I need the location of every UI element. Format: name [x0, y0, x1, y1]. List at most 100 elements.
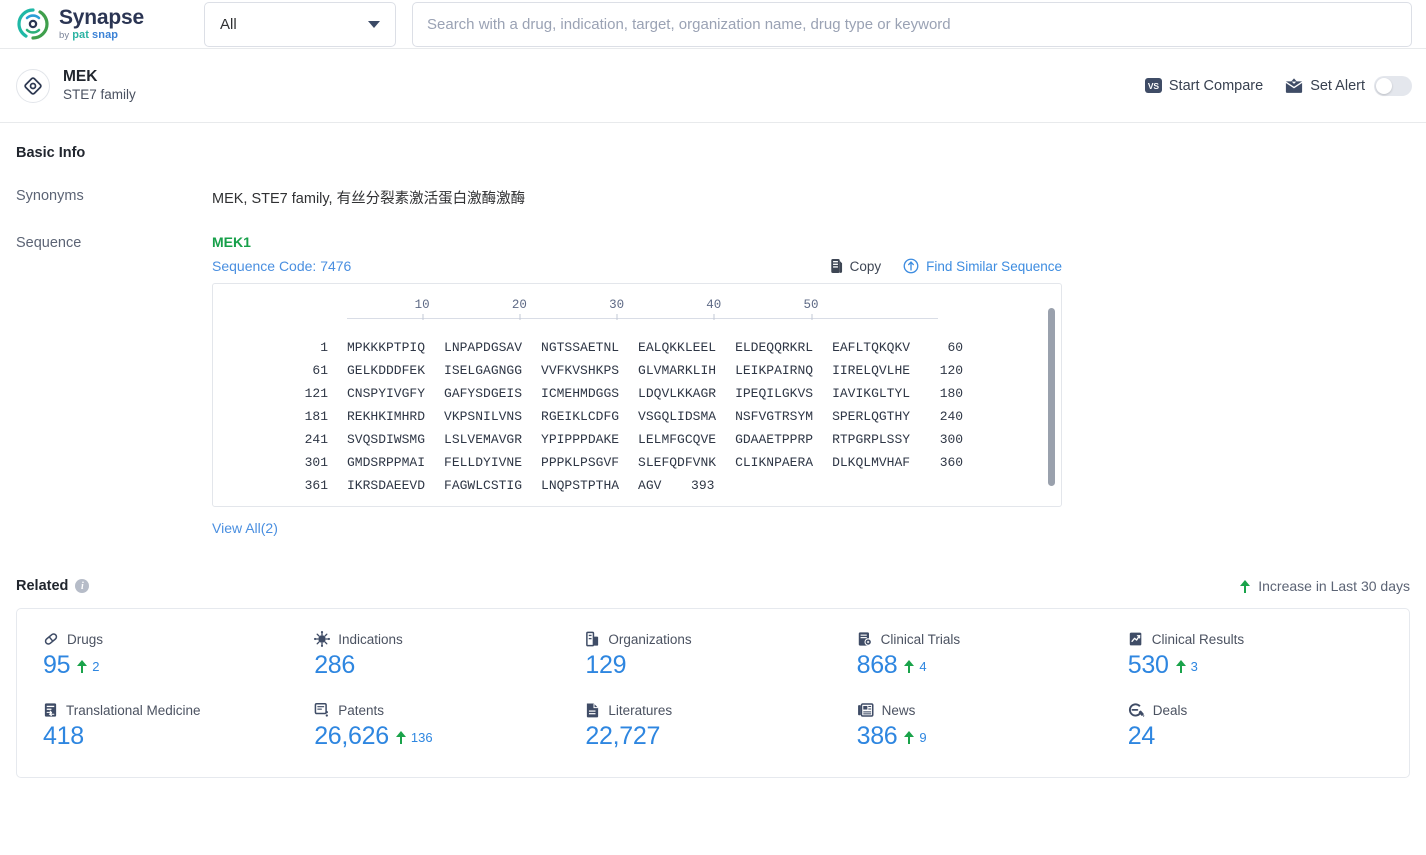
stat-delta: 136 [395, 730, 433, 745]
stat-number: 418 [43, 722, 84, 750]
sequence-block: RGEIKLCDFG [541, 409, 620, 424]
sequence-ruler: 10 20 30 40 50 [347, 298, 938, 324]
stat-delta: 9 [904, 730, 927, 745]
sequence-line: 241 SVQSDIWSMG LSLVEMAVGR YPIPPPDAKE LELMFGC… [213, 428, 1061, 451]
related-stat-literatures[interactable]: Literatures 22,727 [585, 702, 856, 751]
stat-value-row: 26,626 136 [314, 722, 585, 751]
sequence-block: GLVMARKLIH [638, 363, 717, 378]
sequence-line-start: 121 [304, 386, 328, 401]
arrow-up-icon [904, 731, 915, 744]
sequence-viewer[interactable]: 10 20 30 40 50 1 MPKKKPTPIQ LNPAPDGSAV NGTSSAET… [212, 283, 1062, 507]
stat-value-row: 95 2 [43, 651, 314, 680]
stat-number: 22,727 [585, 722, 661, 750]
find-similar-label: Find Similar Sequence [926, 258, 1062, 274]
news-icon [857, 702, 874, 718]
sequence-blocks: REKHKIMHRD VKPSNILVNS RGEIKLCDFG VSGQLIDSMA… [347, 405, 910, 428]
view-all-link[interactable]: View All(2) [212, 520, 278, 536]
related-stat-clinical-results[interactable]: Clinical Results 530 3 [1128, 631, 1399, 680]
sequence-block: LELMFGCQVE [638, 432, 717, 447]
sequence-blocks: MPKKKPTPIQ LNPAPDGSAV NGTSSAETNL EALQKKLEEL… [347, 336, 910, 359]
sequence-line: 61 GELKDDDFEK ISELGAGNGG VVFKVSHKPS GLVMARKL… [213, 359, 1061, 382]
related-stat-patents[interactable]: Patents 26,626 136 [314, 702, 585, 751]
sequence-block: MPKKKPTPIQ [347, 340, 426, 355]
sequence-block: LDQVLKKAGR [638, 386, 717, 401]
set-alert-toggle[interactable] [1374, 75, 1412, 96]
chevron-down-icon [368, 20, 380, 28]
stat-label: Clinical Results [1151, 631, 1245, 647]
set-alert-label: Set Alert [1310, 77, 1365, 94]
sequence-line-end: 240 [939, 409, 964, 424]
related-stat-news[interactable]: News 386 9 [857, 702, 1128, 751]
find-similar-sequence-button[interactable]: Find Similar Sequence [903, 258, 1062, 274]
stat-number: 129 [585, 651, 627, 679]
sequence-line-end: 300 [939, 432, 964, 447]
stat-header: Drugs [43, 631, 314, 647]
entity-name: MEK [63, 67, 98, 85]
sequence-name: MEK1 [212, 234, 251, 250]
copy-button[interactable]: Copy [828, 258, 881, 274]
sequence-block: PPPKLPSGVF [541, 455, 620, 470]
set-alert-button[interactable]: Set Alert [1285, 75, 1412, 96]
stat-label: Indications [338, 631, 403, 647]
ruler-tick: 50 [803, 298, 819, 320]
synonyms-label: Synonyms [16, 188, 84, 204]
stat-header: Organizations [585, 631, 856, 647]
related-stat-deals[interactable]: Deals 24 [1128, 702, 1399, 751]
related-title: Related [16, 578, 69, 594]
related-stat-organizations[interactable]: Organizations 129 [585, 631, 856, 680]
sequence-block: GDAAETPPRP [735, 432, 814, 447]
stat-header: News [857, 702, 1128, 718]
sequence-block: VKPSNILVNS [444, 409, 523, 424]
stat-delta-number: 136 [410, 730, 433, 745]
sequence-block: AGV [638, 478, 662, 493]
stat-delta-number: 9 [919, 730, 927, 745]
sequence-block: LSLVEMAVGR [444, 432, 523, 447]
sequence-block: REKHKIMHRD [347, 409, 426, 424]
sequence-scrollbar[interactable] [1048, 308, 1055, 486]
related-stat-drugs[interactable]: Drugs 95 2 [43, 631, 314, 680]
sequence-label: Sequence [16, 235, 82, 251]
sequence-block: GAFYSDGEIS [444, 386, 523, 401]
sequence-block: IKRSDAEEVD [347, 478, 426, 493]
stat-number: 530 [1127, 651, 1169, 679]
sequence-block: LNPAPDGSAV [444, 340, 523, 355]
logo-by: by [59, 30, 70, 41]
info-icon[interactable]: i [75, 579, 90, 593]
arrow-up-icon [77, 660, 88, 673]
sequence-block: ELDEQQRKRL [735, 340, 814, 355]
sequence-line-end: 60 [947, 340, 964, 355]
stat-value-row: 22,727 [585, 722, 856, 751]
stat-number: 24 [1127, 722, 1156, 750]
clinical-results-icon [1128, 631, 1144, 647]
stat-value-row: 286 [314, 651, 585, 680]
sequence-block: IIRELQVLHE [832, 363, 911, 378]
stat-delta-number: 4 [919, 659, 927, 674]
stat-value-row: 418 [43, 722, 314, 751]
vs-icon: VS [1144, 78, 1162, 93]
start-compare-label: Start Compare [1168, 77, 1264, 94]
sequence-line: 301 GMDSRPPMAI FELLDYIVNE PPPKLPSGVF SLEFQDF… [213, 451, 1061, 474]
legend-label: Increase in Last 30 days [1258, 578, 1410, 594]
app-logo[interactable]: Synapse by pat snap [16, 7, 176, 41]
sequence-block: VVFKVSHKPS [541, 363, 620, 378]
sequence-line-end: 120 [939, 363, 964, 378]
sequence-toolbar: Sequence Code: 7476 Copy Find Similar Se… [212, 258, 1062, 274]
related-stat-indications[interactable]: Indications 286 [314, 631, 585, 680]
related-stat-clinical-trials[interactable]: Clinical Trials 868 4 [857, 631, 1128, 680]
search-scope-select[interactable]: All [204, 1, 396, 47]
stat-label: News [881, 702, 916, 718]
start-compare-button[interactable]: VS Start Compare [1144, 77, 1264, 94]
stat-value-row: 530 3 [1128, 651, 1399, 680]
search-input[interactable] [427, 15, 1397, 33]
stat-label: Organizations [608, 631, 692, 647]
ruler-tick: 10 [415, 298, 430, 320]
sequence-block: IAVIKGLTYL [832, 386, 911, 401]
stat-number: 386 [856, 722, 898, 750]
stat-number: 286 [314, 651, 355, 679]
sequence-code[interactable]: Sequence Code: 7476 [212, 258, 351, 274]
stat-number: 26,626 [314, 722, 389, 750]
related-stat-translational-medicine[interactable]: Translational Medicine 418 [43, 702, 314, 751]
synonyms-row: Synonyms MEK, STE7 family, 有丝分裂素激活蛋白激酶激酶 [16, 187, 1410, 208]
search-box[interactable] [412, 1, 1412, 47]
stat-delta: 2 [77, 659, 99, 674]
